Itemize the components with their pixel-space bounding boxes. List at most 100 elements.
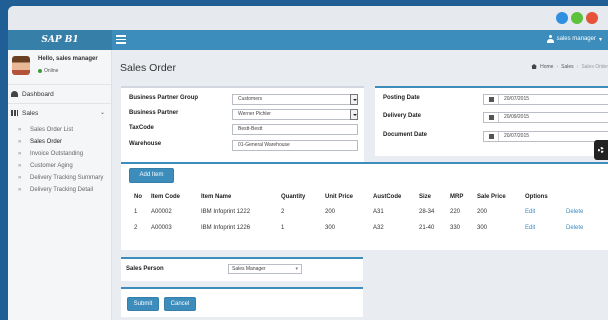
sidebar-item-label: Invoice Outstanding [30,151,84,157]
delivery-date-label: Delivery Date [383,113,422,119]
sidebar-item-dashboard[interactable]: Dashboard [8,84,111,103]
app-window: SAP B1 sales manager ▾ Hello, sales mana… [8,6,608,320]
column-header: Options [525,194,548,200]
double-chevron-icon: » [18,163,22,169]
window-chrome [8,6,608,30]
posting-date-label: Posting Date [383,95,420,101]
column-header: Quantity [281,194,306,200]
double-chevron-icon: » [18,175,22,181]
table-header-row: No Item Code Item Name Quantity Unit Pri… [129,190,605,204]
breadcrumb: Home › Sales › Sales Order [531,64,608,70]
sidebar-item-sales-order[interactable]: » Sales Order [8,136,111,148]
calendar-icon[interactable] [484,132,499,141]
sidebar-item-delivery-tracking-detail[interactable]: » Delivery Tracking Detail [8,184,111,196]
warehouse-field[interactable]: 01-General Warehouse [232,140,358,151]
items-table: No Item Code Item Name Quantity Unit Pri… [129,190,605,236]
taxcode-field[interactable]: Bestt-Bestt [232,124,358,135]
document-date-value: 20/07/2015 [504,133,530,139]
breadcrumb-current: Sales Order [581,64,608,70]
user-icon [546,35,554,43]
edit-link[interactable]: Edit [525,204,566,220]
window-dot-blue[interactable] [556,12,568,24]
form-actions-panel: Submit Cancel [121,287,363,317]
posting-date-row: Posting Date 20/07/2015 [383,94,608,106]
bp-value: Werner Pichler [238,111,271,117]
delete-link[interactable]: Delete [566,204,605,220]
calendar-icon[interactable] [484,113,499,122]
online-status-label: Online [44,68,59,74]
sidebar-item-label: Sales Order [30,139,63,145]
sidebar-item-sales[interactable]: Sales ⌄ [8,103,111,122]
bp-group-select[interactable]: Customers [232,94,358,105]
document-date-field[interactable]: 20/07/2015 [483,131,608,142]
breadcrumb-sales[interactable]: Sales [561,64,574,70]
sidebar-item-label: Sales Order List [30,127,74,133]
dropdown-arrow-icon [350,94,358,105]
page-title: Sales Order [120,62,177,74]
settings-gear-icon[interactable] [594,140,608,160]
delete-link[interactable]: Delete [566,220,605,236]
cell-item-name: IBM Infoprint 1226 [201,225,251,231]
cancel-button[interactable]: Cancel [164,297,196,311]
sidebar: Hello, sales manager Online Dashboard Sa… [8,50,112,320]
dashboard-icon [11,91,18,97]
double-chevron-icon: » [18,127,22,133]
window-dot-red[interactable] [586,12,598,24]
window-dot-green[interactable] [571,12,583,24]
column-header [566,190,605,204]
column-header: Item Name [201,194,232,200]
delivery-date-row: Delivery Date 20/09/2015 [383,112,608,124]
user-greeting: Hello, sales manager [38,56,98,62]
bp-select[interactable]: Werner Pichler [232,109,358,120]
sidebar-item-invoice-outstanding[interactable]: » Invoice Outstanding [8,148,111,160]
column-header: No [134,194,142,200]
sidebar-item-label: Customer Aging [30,163,73,169]
posting-date-field[interactable]: 20/07/2015 [483,94,608,105]
brand-logo[interactable]: SAP B1 [8,30,112,50]
sidebar-item-delivery-tracking-summary[interactable]: » Delivery Tracking Summary [8,172,111,184]
double-chevron-icon: » [18,187,22,193]
column-header: MRP [450,194,464,200]
sidebar-item-label: Sales [22,110,39,117]
sidebar-item-customer-aging[interactable]: » Customer Aging [8,160,111,172]
cell-size: 21-40 [419,225,435,231]
cell-sale-price: 200 [477,209,488,215]
table-row: 2 A00003 IBM Infoprint 1226 1 300 A32 21… [129,220,605,236]
calendar-icon[interactable] [484,95,499,104]
sidebar-item-label: Delivery Tracking Summary [30,175,104,181]
cell-sale-price: 300 [477,225,488,231]
edit-link[interactable]: Edit [525,220,566,236]
bp-group-label: Business Partner Group [129,95,199,101]
submit-button[interactable]: Submit [127,297,159,311]
double-chevron-icon: » [18,139,22,145]
breadcrumb-home[interactable]: Home [540,64,553,70]
column-header: Size [419,194,432,200]
sales-person-select[interactable]: Sales Manager ▾ [228,264,302,274]
cell-item-name: IBM Infoprint 1222 [201,209,251,215]
user-menu-label: sales manager [556,36,596,42]
add-item-button[interactable]: Add Item [129,168,174,183]
delivery-date-value: 20/09/2015 [504,114,530,120]
cell-size: 28-34 [419,209,435,215]
chevron-down-icon: ▾ [295,266,298,272]
cell-quantity: 2 [281,209,285,215]
user-menu[interactable]: sales manager ▾ [546,35,602,43]
taxcode-row: TaxCode Bestt-Bestt [129,124,363,135]
sales-person-panel: Sales Person Sales Manager ▾ [121,257,363,281]
cell-item-code: A00003 [151,225,172,231]
caret-down-icon: ▾ [598,36,602,43]
main-content: Sales Order Home › Sales › Sales Order B… [113,50,608,320]
menu-toggle-icon[interactable] [116,35,126,44]
column-header: AustCode [373,194,402,200]
delivery-date-field[interactable]: 20/09/2015 [483,112,608,123]
warehouse-value: 01-General Warehouse [238,142,290,148]
online-dot-icon [38,69,42,73]
bp-group-value: Customers [238,96,263,102]
taxcode-value: Bestt-Bestt [238,126,263,132]
document-date-row: Document Date 20/07/2015 [383,131,608,143]
cell-unit-price: 200 [325,209,336,215]
table-row: 1 A00002 IBM Infoprint 1222 2 200 A31 28… [129,204,605,220]
sidebar-item-sales-order-list[interactable]: » Sales Order List [8,124,111,136]
cell-unit-price: 300 [325,225,336,231]
cell-item-code: A00002 [151,209,172,215]
